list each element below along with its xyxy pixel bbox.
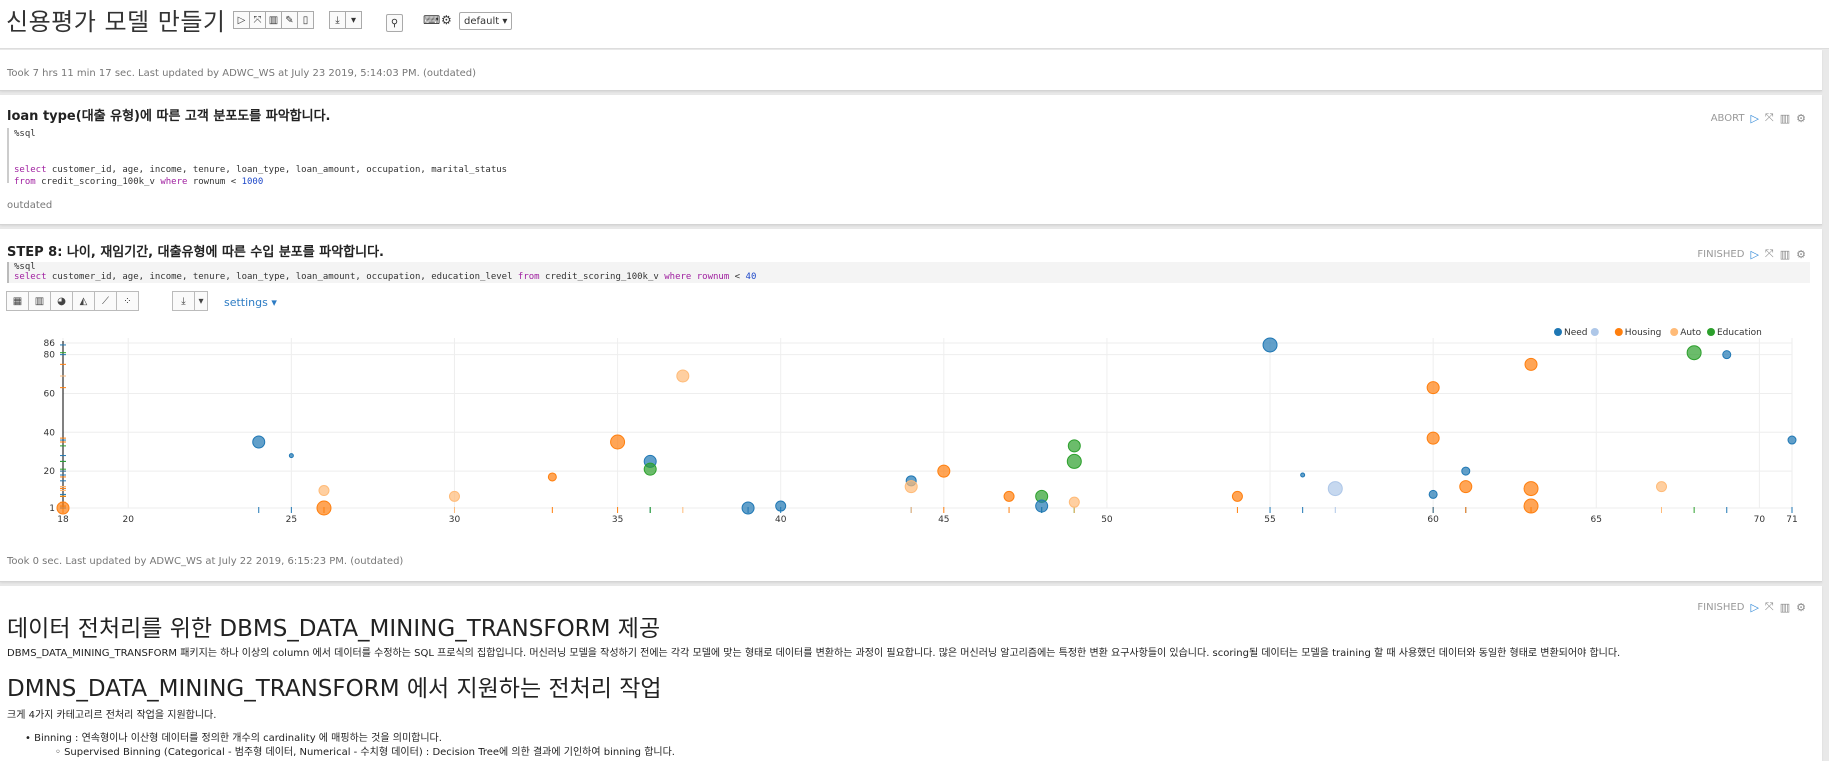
book-icon[interactable]: ▥ — [1780, 248, 1790, 261]
paragraph-controls: FINISHED ▷ ⤧ ▥ ⚙ — [1697, 247, 1806, 261]
code-line: %sql — [14, 129, 36, 139]
gear-icon[interactable]: ⚙ — [441, 13, 452, 27]
status-label: FINISHED — [1697, 248, 1745, 260]
download-toolbar: ⤓ ▾ — [172, 291, 208, 311]
expand-icon[interactable]: ⤧ — [1765, 600, 1774, 614]
code-editor[interactable]: %sql select customer_id, age, income, te… — [7, 128, 507, 187]
gear-icon[interactable]: ⚙ — [1796, 601, 1806, 614]
code-number: 1000 — [241, 177, 264, 187]
code-keyword: from — [14, 177, 36, 187]
code-keyword: from — [517, 272, 540, 282]
code-editor[interactable]: %sql select customer_id, age, income, te… — [7, 262, 1810, 283]
code-keyword: select — [14, 272, 47, 282]
export-toolbar: ⤓ ▾ — [329, 11, 362, 29]
gear-icon[interactable]: ⚙ — [1796, 248, 1806, 261]
code-number: 40 — [745, 272, 757, 282]
scatter-chart-button[interactable]: ⁘ — [116, 291, 139, 311]
status-label: FINISHED — [1697, 601, 1745, 613]
clear-output-button[interactable]: ✎ — [281, 11, 298, 29]
code-text: customer_id, age, income, tenure, loan_t… — [46, 272, 518, 282]
table-icon: ▦ — [12, 295, 23, 307]
expand-icon: ⤧ — [253, 14, 262, 26]
area-chart-icon: ◭ — [79, 295, 88, 307]
copy-icon: ▯ — [302, 14, 309, 26]
pie-chart-icon: ◕ — [57, 295, 66, 307]
area-chart-button[interactable]: ◭ — [72, 291, 95, 311]
code-keyword: where — [664, 272, 692, 282]
paragraph-2: loan type(대출 유형)에 따른 고객 분포도를 파악합니다. ABOR… — [0, 95, 1822, 225]
status-label: ABORT — [1710, 112, 1745, 124]
markdown-paragraph: 크게 4가지 카테고리르 전처리 작업을 지원합니다. — [7, 710, 217, 721]
paragraph-controls: FINISHED ▷ ⤧ ▥ ⚙ — [1697, 600, 1806, 614]
download-button[interactable]: ⤓ — [172, 291, 195, 311]
table-view-button[interactable]: ▦ — [6, 291, 29, 311]
paragraph-footer: outdated — [7, 200, 53, 211]
caret-down-icon: ▾ — [350, 14, 357, 26]
search-toolbar: ⚲ — [386, 14, 403, 32]
search-button[interactable]: ⚲ — [386, 14, 403, 32]
hide-code-button[interactable]: ⤧ — [249, 11, 266, 29]
code-line: from credit_scoring_100k_v where rownum … — [14, 176, 507, 188]
paragraph-1: Took 7 hrs 11 min 17 sec. Last updated b… — [0, 50, 1822, 91]
bar-chart-button[interactable]: ▥ — [28, 291, 51, 311]
paragraph-4: FINISHED ▷ ⤧ ▥ ⚙ 데이터 전처리를 위한 DBMS_DATA_M… — [0, 586, 1822, 761]
gear-icon[interactable]: ⚙ — [1796, 112, 1806, 125]
list-item-text: Supervised Binning (Categorical - 범주형 데이… — [64, 747, 675, 758]
expand-icon[interactable]: ⤧ — [1765, 247, 1774, 261]
line-chart-icon: ⟋ — [102, 295, 109, 307]
run-icon[interactable]: ▷ — [1750, 112, 1758, 125]
notebook-header: 신용평가 모델 만들기 ▷ ⤧ ▥ ✎ ▯ ⤓ ▾ ⚲ ⌨ ⚙ default … — [0, 0, 1829, 49]
paragraph-3: STEP 8: 나이, 재임기간, 대출유형에 따른 수입 분포를 파악합니다.… — [0, 229, 1822, 582]
book-icon[interactable]: ▥ — [1780, 601, 1790, 614]
settings-toggle[interactable]: settings ▾ — [224, 296, 277, 309]
book-icon: ▥ — [268, 14, 279, 26]
download-icon: ⤓ — [335, 14, 340, 26]
visualization-toolbar: ▦ ▥ ◕ ◭ ⟋ ⁘ — [6, 291, 139, 311]
run-icon[interactable]: ▷ — [1750, 248, 1758, 261]
scatter-chart-icon: ⁘ — [123, 295, 132, 307]
markdown-heading: 데이터 전처리를 위한 DBMS_DATA_MINING_TRANSFORM 제… — [7, 616, 661, 642]
code-line: select customer_id, age, income, tenure,… — [14, 164, 507, 176]
run-all-button[interactable]: ▷ — [233, 11, 250, 29]
code-keyword: where — [160, 177, 188, 187]
code-keyword: rownum — [696, 272, 730, 282]
code-text: customer_id, age, income, tenure, loan_t… — [46, 165, 508, 175]
export-button[interactable]: ⤓ — [329, 11, 346, 29]
download-dropdown-button[interactable]: ▾ — [194, 291, 208, 311]
export-dropdown-button[interactable]: ▾ — [345, 11, 362, 29]
code-text: credit_scoring_100k_v — [35, 177, 161, 187]
hide-output-button[interactable]: ▥ — [265, 11, 282, 29]
code-keyword: select — [14, 165, 47, 175]
list-item: • Binning : 연속형이나 이산형 데이터를 정의한 개수의 cardi… — [25, 733, 442, 744]
paragraph-footer: Took 0 sec. Last updated by ADWC_WS at J… — [7, 556, 404, 567]
expand-icon[interactable]: ⤧ — [1765, 111, 1774, 125]
download-icon: ⤓ — [181, 295, 186, 307]
code-line: %sql — [14, 262, 36, 272]
code-text: rownum < — [187, 177, 242, 187]
list-item: ◦ Supervised Binning (Categorical - 범주형 … — [55, 747, 675, 758]
pie-chart-button[interactable]: ◕ — [50, 291, 73, 311]
book-icon[interactable]: ▥ — [1780, 112, 1790, 125]
interpreter-select[interactable]: default ▾ — [459, 12, 513, 30]
keyboard-icon[interactable]: ⌨ — [423, 13, 440, 27]
code-text: < — [729, 272, 746, 282]
paragraph-footer: Took 7 hrs 11 min 17 sec. Last updated b… — [7, 68, 477, 79]
clone-button[interactable]: ▯ — [297, 11, 314, 29]
eraser-icon: ✎ — [285, 14, 294, 26]
run-icon[interactable]: ▷ — [1750, 601, 1758, 614]
paragraph-controls: ABORT ▷ ⤧ ▥ ⚙ — [1711, 111, 1806, 125]
paragraph-title: loan type(대출 유형)에 따른 고객 분포도를 파악합니다. — [7, 109, 331, 124]
paragraph-title: STEP 8: 나이, 재임기간, 대출유형에 따른 수입 분포를 파악합니다. — [7, 245, 384, 260]
play-icon: ▷ — [237, 14, 246, 26]
bar-chart-icon: ▥ — [34, 295, 45, 307]
markdown-paragraph: DBMS_DATA_MINING_TRANSFORM 패키지는 하나 이상의 c… — [7, 648, 1621, 659]
search-icon: ⚲ — [390, 17, 399, 29]
run-toolbar: ▷ ⤧ ▥ ✎ ▯ — [233, 11, 314, 29]
notebook-title[interactable]: 신용평가 모델 만들기 — [6, 2, 225, 37]
code-line: select customer_id, age, income, tenure,… — [14, 272, 1810, 282]
line-chart-button[interactable]: ⟋ — [94, 291, 117, 311]
caret-down-icon: ▾ — [198, 295, 204, 307]
code-text: credit_scoring_100k_v — [539, 272, 665, 282]
markdown-heading: DMNS_DATA_MINING_TRANSFORM 에서 지원하는 전처리 작… — [7, 676, 662, 702]
